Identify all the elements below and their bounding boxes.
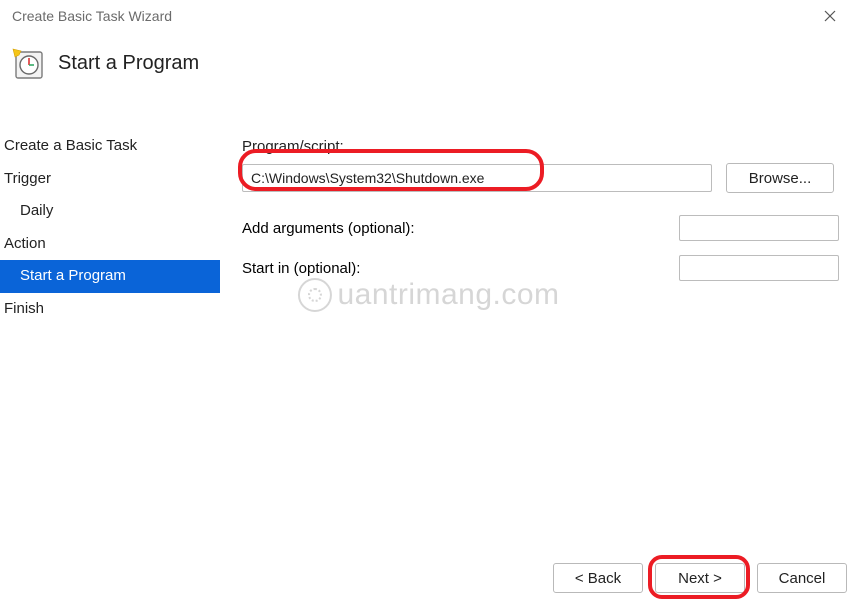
wizard-body: Create a Basic Task Trigger Daily Action… (0, 98, 857, 325)
startin-row: Start in (optional): (242, 255, 839, 281)
next-button[interactable]: Next > (655, 563, 745, 593)
step-trigger-daily[interactable]: Daily (0, 195, 220, 228)
step-finish[interactable]: Finish (0, 293, 220, 326)
arguments-row: Add arguments (optional): (242, 215, 839, 241)
arguments-label: Add arguments (optional): (242, 220, 679, 237)
wizard-main-panel: Program/script: Browse... Add arguments … (220, 98, 857, 295)
browse-button[interactable]: Browse... (726, 163, 834, 193)
step-trigger[interactable]: Trigger (0, 163, 220, 196)
program-script-label: Program/script: (242, 138, 839, 155)
step-action[interactable]: Action (0, 228, 220, 261)
startin-input[interactable] (679, 255, 839, 281)
close-button[interactable] (815, 1, 845, 31)
program-script-row: Browse... (242, 163, 839, 193)
wizard-icon (10, 46, 44, 80)
startin-label: Start in (optional): (242, 260, 679, 277)
program-script-input[interactable] (242, 164, 712, 192)
page-title: Start a Program (58, 52, 199, 75)
step-start-a-program[interactable]: Start a Program (0, 260, 220, 293)
titlebar: Create Basic Task Wizard (0, 0, 857, 32)
window-title: Create Basic Task Wizard (12, 8, 815, 24)
wizard-footer: < Back Next > Cancel (553, 563, 847, 593)
cancel-button[interactable]: Cancel (757, 563, 847, 593)
arguments-input[interactable] (679, 215, 839, 241)
close-icon (824, 10, 836, 22)
wizard-steps-sidebar: Create a Basic Task Trigger Daily Action… (0, 98, 220, 325)
step-create-basic-task[interactable]: Create a Basic Task (0, 130, 220, 163)
back-button[interactable]: < Back (553, 563, 643, 593)
wizard-header: Start a Program (0, 32, 857, 98)
